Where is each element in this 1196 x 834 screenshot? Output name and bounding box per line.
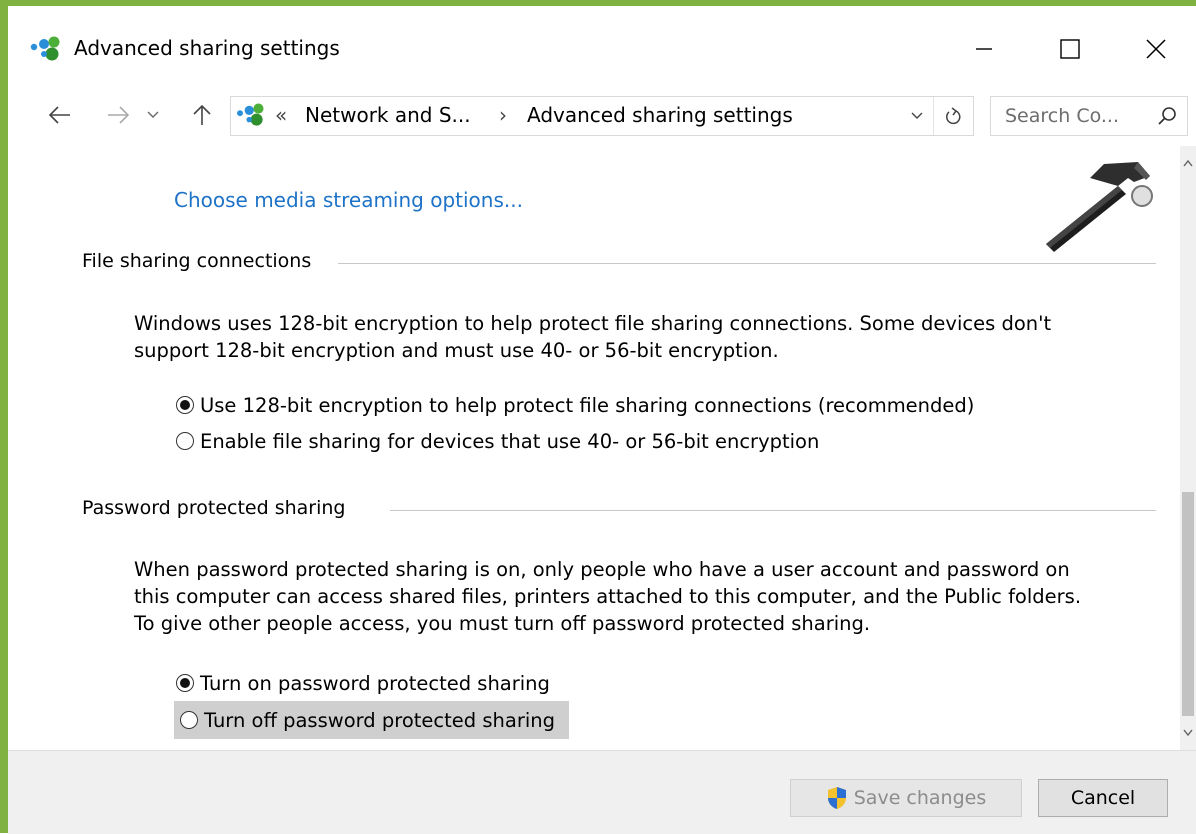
radio-button-selected[interactable]	[176, 674, 194, 692]
radio-label: Turn on password protected sharing	[200, 671, 550, 695]
recent-locations-button[interactable]	[140, 92, 166, 138]
password-sharing-description: When password protected sharing is on, o…	[134, 556, 1164, 637]
address-dropdown-button[interactable]	[901, 97, 933, 135]
search-icon	[1158, 107, 1176, 125]
refresh-icon	[946, 107, 961, 125]
maximize-button[interactable]	[1040, 26, 1100, 72]
radio-40-56-bit-encryption[interactable]: Enable file sharing for devices that use…	[176, 426, 819, 456]
hammer-logo	[1046, 162, 1153, 252]
network-location-icon	[237, 103, 264, 126]
radio-button-selected[interactable]	[176, 396, 194, 414]
radio-turn-off-password-sharing[interactable]: Turn off password protected sharing	[174, 701, 569, 739]
back-button[interactable]	[42, 92, 78, 138]
chevron-down-icon	[147, 111, 159, 118]
cancel-button[interactable]: Cancel	[1038, 779, 1168, 817]
radio-turn-on-password-sharing[interactable]: Turn on password protected sharing	[176, 668, 550, 698]
maximize-icon	[1060, 39, 1080, 59]
radio-128-bit-encryption[interactable]: Use 128-bit encryption to help protect f…	[176, 390, 974, 420]
arrow-up-icon	[193, 104, 211, 125]
navigation-bar: « Network and S... › Advanced sharing se…	[8, 92, 1196, 138]
breadcrumb-advanced-sharing[interactable]: Advanced sharing settings	[527, 103, 793, 127]
network-app-icon	[30, 36, 60, 61]
settings-content: Choose media streaming options... File s…	[8, 146, 1180, 750]
file-sharing-divider	[338, 263, 1156, 264]
radio-button-unselected[interactable]	[180, 711, 198, 729]
window-frame-left	[0, 0, 8, 833]
close-icon	[1146, 39, 1166, 59]
address-bar[interactable]: « Network and S... › Advanced sharing se…	[230, 96, 974, 136]
close-button[interactable]	[1126, 26, 1186, 72]
password-sharing-description-line: When password protected sharing is on, o…	[134, 558, 1070, 581]
advanced-sharing-window: Advanced sharing settings « Network and …	[8, 6, 1196, 834]
file-sharing-heading: File sharing connections	[82, 250, 328, 272]
password-sharing-description-line: this computer can access shared files, p…	[134, 585, 1082, 608]
password-sharing-description-line: To give other people access, you must tu…	[134, 612, 871, 635]
search-box[interactable]	[990, 96, 1188, 136]
refresh-button[interactable]	[933, 97, 972, 135]
window-title: Advanced sharing settings	[74, 36, 340, 60]
file-sharing-description-line: support 128-bit encryption and must use …	[134, 339, 779, 362]
media-streaming-link[interactable]: Choose media streaming options...	[174, 188, 523, 212]
file-sharing-description: Windows uses 128-bit encryption to help …	[134, 310, 1164, 364]
chevron-down-icon	[911, 112, 923, 119]
dialog-footer: Save changes Cancel	[8, 750, 1196, 834]
save-changes-label: Save changes	[853, 787, 987, 809]
arrow-left-icon	[48, 106, 70, 124]
breadcrumb-separator[interactable]: ›	[499, 103, 507, 127]
radio-label: Enable file sharing for devices that use…	[200, 429, 820, 453]
vertical-scrollbar[interactable]	[1180, 146, 1196, 750]
forward-button[interactable]	[100, 92, 136, 138]
minimize-button[interactable]	[954, 26, 1014, 72]
radio-label: Use 128-bit encryption to help protect f…	[200, 393, 975, 417]
save-changes-button[interactable]: Save changes	[790, 779, 1022, 817]
uac-shield-icon	[827, 787, 846, 809]
chevron-down-icon	[1183, 729, 1193, 737]
scroll-thumb[interactable]	[1182, 492, 1194, 716]
password-sharing-divider	[390, 510, 1156, 511]
breadcrumb-network-and-sharing[interactable]: Network and S...	[305, 103, 471, 127]
breadcrumb-overflow[interactable]: «	[275, 103, 287, 127]
title-bar[interactable]: Advanced sharing settings	[8, 6, 1196, 82]
arrow-right-icon	[108, 106, 130, 124]
search-button[interactable]	[1149, 97, 1185, 135]
radio-label: Turn off password protected sharing	[204, 708, 555, 732]
search-input[interactable]	[991, 97, 1155, 135]
chevron-up-icon	[1183, 159, 1193, 167]
file-sharing-description-line: Windows uses 128-bit encryption to help …	[134, 312, 1052, 335]
scroll-up-button[interactable]	[1180, 146, 1196, 180]
minimize-icon	[976, 48, 992, 50]
password-sharing-heading: Password protected sharing	[82, 497, 362, 519]
scroll-down-button[interactable]	[1180, 716, 1196, 750]
up-button[interactable]	[186, 92, 218, 138]
cancel-label: Cancel	[1070, 787, 1136, 809]
radio-button-unselected[interactable]	[176, 432, 194, 450]
